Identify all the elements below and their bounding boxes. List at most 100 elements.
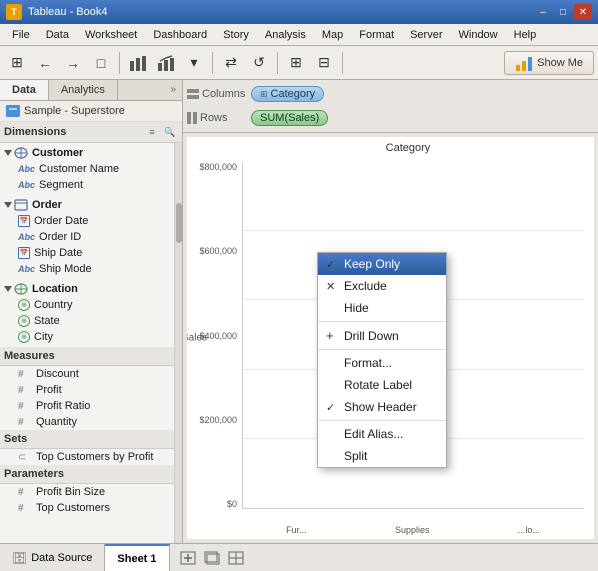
field-segment[interactable]: Abc Segment (0, 177, 174, 193)
separator-2 (318, 349, 446, 350)
sort-button[interactable]: ≡ (144, 125, 160, 139)
toolbar-home[interactable]: ⊞ (4, 50, 30, 76)
field-label: Profit (36, 384, 62, 396)
menu-item-label: Format... (344, 356, 392, 370)
field-order-id[interactable]: Abc Order ID (0, 229, 174, 245)
group-customer-header[interactable]: Customer (0, 145, 174, 161)
section-tools: ≡ 🔍 (144, 125, 178, 139)
show-me-button[interactable]: Show Me (504, 51, 594, 75)
abc-icon: Abc (18, 164, 35, 174)
checkmark-icon: ✓ (326, 258, 338, 271)
data-source-tab[interactable]: 🗄 Data Source (0, 544, 105, 571)
toolbar-more2[interactable]: ⊟ (311, 50, 337, 76)
field-profit-ratio[interactable]: # Profit Ratio (0, 398, 174, 414)
context-menu-edit-alias[interactable]: Edit Alias... (318, 423, 446, 445)
x-label-furniture: Fur... (286, 525, 307, 535)
context-menu-split[interactable]: Split (318, 445, 446, 467)
context-menu-exclude[interactable]: ✕ Exclude (318, 275, 446, 297)
menu-analysis[interactable]: Analysis (257, 27, 314, 43)
context-menu-rotate-label[interactable]: Rotate Label (318, 374, 446, 396)
left-panel-scrollbar[interactable] (174, 143, 182, 543)
y-label-200k: $200,000 (199, 415, 237, 425)
new-dashboard-button[interactable] (226, 548, 246, 568)
context-menu-drill-down[interactable]: + Drill Down (318, 324, 446, 347)
y-label-600k: $600,000 (199, 246, 237, 256)
x-label-tech: ...lo... (518, 525, 540, 535)
context-menu-keep-only[interactable]: ✓ Keep Only (318, 253, 446, 275)
sum-sales-pill[interactable]: SUM(Sales) (251, 110, 328, 126)
hash-icon: # (18, 385, 32, 396)
group-order-header[interactable]: Order (0, 197, 174, 213)
toolbar-swap[interactable]: ⇄ (218, 50, 244, 76)
toolbar-bar-chart[interactable] (125, 50, 151, 76)
globe-icon: ⊕ (18, 331, 30, 343)
duplicate-sheet-button[interactable] (202, 548, 222, 568)
field-top-customers-param[interactable]: # Top Customers (0, 500, 174, 516)
context-menu-show-header[interactable]: ✓ Show Header (318, 396, 446, 418)
field-profit-bin-size[interactable]: # Profit Bin Size (0, 484, 174, 500)
context-menu-format[interactable]: Format... (318, 352, 446, 374)
field-ship-date[interactable]: 📅 Ship Date (0, 245, 174, 261)
toolbar-save[interactable]: □ (88, 50, 114, 76)
field-quantity[interactable]: # Quantity (0, 414, 174, 430)
hash-icon: # (18, 369, 32, 380)
shelf-area: Columns ⊞ Category Rows SUM(Sales) (183, 80, 598, 133)
search-button[interactable]: 🔍 (162, 125, 178, 139)
show-me-label: Show Me (537, 57, 583, 69)
toolbar-forward[interactable]: → (60, 50, 86, 76)
field-profit[interactable]: # Profit (0, 382, 174, 398)
sets-icon: ⊂ (18, 452, 32, 463)
menu-map[interactable]: Map (314, 27, 351, 43)
panel-close[interactable]: » (164, 80, 182, 100)
field-list-wrapper: Customer Abc Customer Name Abc Segment (0, 143, 182, 543)
tab-data[interactable]: Data (0, 80, 49, 100)
menu-window[interactable]: Window (451, 27, 506, 43)
new-sheet-button[interactable] (178, 548, 198, 568)
chart-area: Category $800,000 $600,000 $400,000 $200… (187, 137, 594, 539)
toolbar-more1[interactable]: ⊞ (283, 50, 309, 76)
context-menu-hide[interactable]: Hide (318, 297, 446, 319)
category-pill[interactable]: ⊞ Category (251, 86, 324, 102)
maximize-button[interactable]: □ (554, 4, 572, 20)
toolbar-dropdown-1[interactable]: ▾ (181, 50, 207, 76)
menu-dashboard[interactable]: Dashboard (145, 27, 215, 43)
close-button[interactable]: ✕ (574, 4, 592, 20)
minimize-button[interactable]: – (534, 4, 552, 20)
menu-worksheet[interactable]: Worksheet (77, 27, 145, 43)
field-order-date[interactable]: 📅 Order Date (0, 213, 174, 229)
hash-icon: # (18, 401, 32, 412)
field-ship-mode[interactable]: Abc Ship Mode (0, 261, 174, 277)
toolbar-refresh[interactable]: ↺ (246, 50, 272, 76)
group-location-header[interactable]: Location (0, 281, 174, 297)
menu-bar: File Data Worksheet Dashboard Story Anal… (0, 24, 598, 46)
field-label: Discount (36, 368, 79, 380)
field-country[interactable]: ⊕ Country (0, 297, 174, 313)
columns-label: Columns (187, 88, 247, 100)
field-state[interactable]: ⊕ State (0, 313, 174, 329)
menu-data[interactable]: Data (38, 27, 77, 43)
menu-format[interactable]: Format (351, 27, 402, 43)
field-label: Quantity (36, 416, 77, 428)
menu-server[interactable]: Server (402, 27, 450, 43)
field-discount[interactable]: # Discount (0, 366, 174, 382)
field-top-customers[interactable]: ⊂ Top Customers by Profit (0, 449, 174, 465)
menu-help[interactable]: Help (506, 27, 545, 43)
data-source-tab-label: Data Source (31, 552, 92, 564)
field-label: State (34, 315, 60, 327)
toolbar-back[interactable]: ← (32, 50, 58, 76)
field-city[interactable]: ⊕ City (0, 329, 174, 345)
menu-item-label: Split (344, 449, 367, 463)
measures-label: Measures (0, 347, 174, 366)
field-label: Top Customers (36, 502, 110, 514)
menu-story[interactable]: Story (215, 27, 257, 43)
menu-item-label: Drill Down (344, 329, 399, 343)
tab-analytics[interactable]: Analytics (49, 80, 118, 100)
expand-icon (4, 202, 12, 208)
toolbar-combo[interactable] (153, 50, 179, 76)
field-customer-name[interactable]: Abc Customer Name (0, 161, 174, 177)
sheet1-tab[interactable]: Sheet 1 (105, 544, 169, 571)
x-label-supplies: Supplies (395, 525, 430, 535)
menu-file[interactable]: File (4, 27, 38, 43)
x-icon: ✕ (326, 280, 338, 293)
menu-item-label: Rotate Label (344, 378, 412, 392)
